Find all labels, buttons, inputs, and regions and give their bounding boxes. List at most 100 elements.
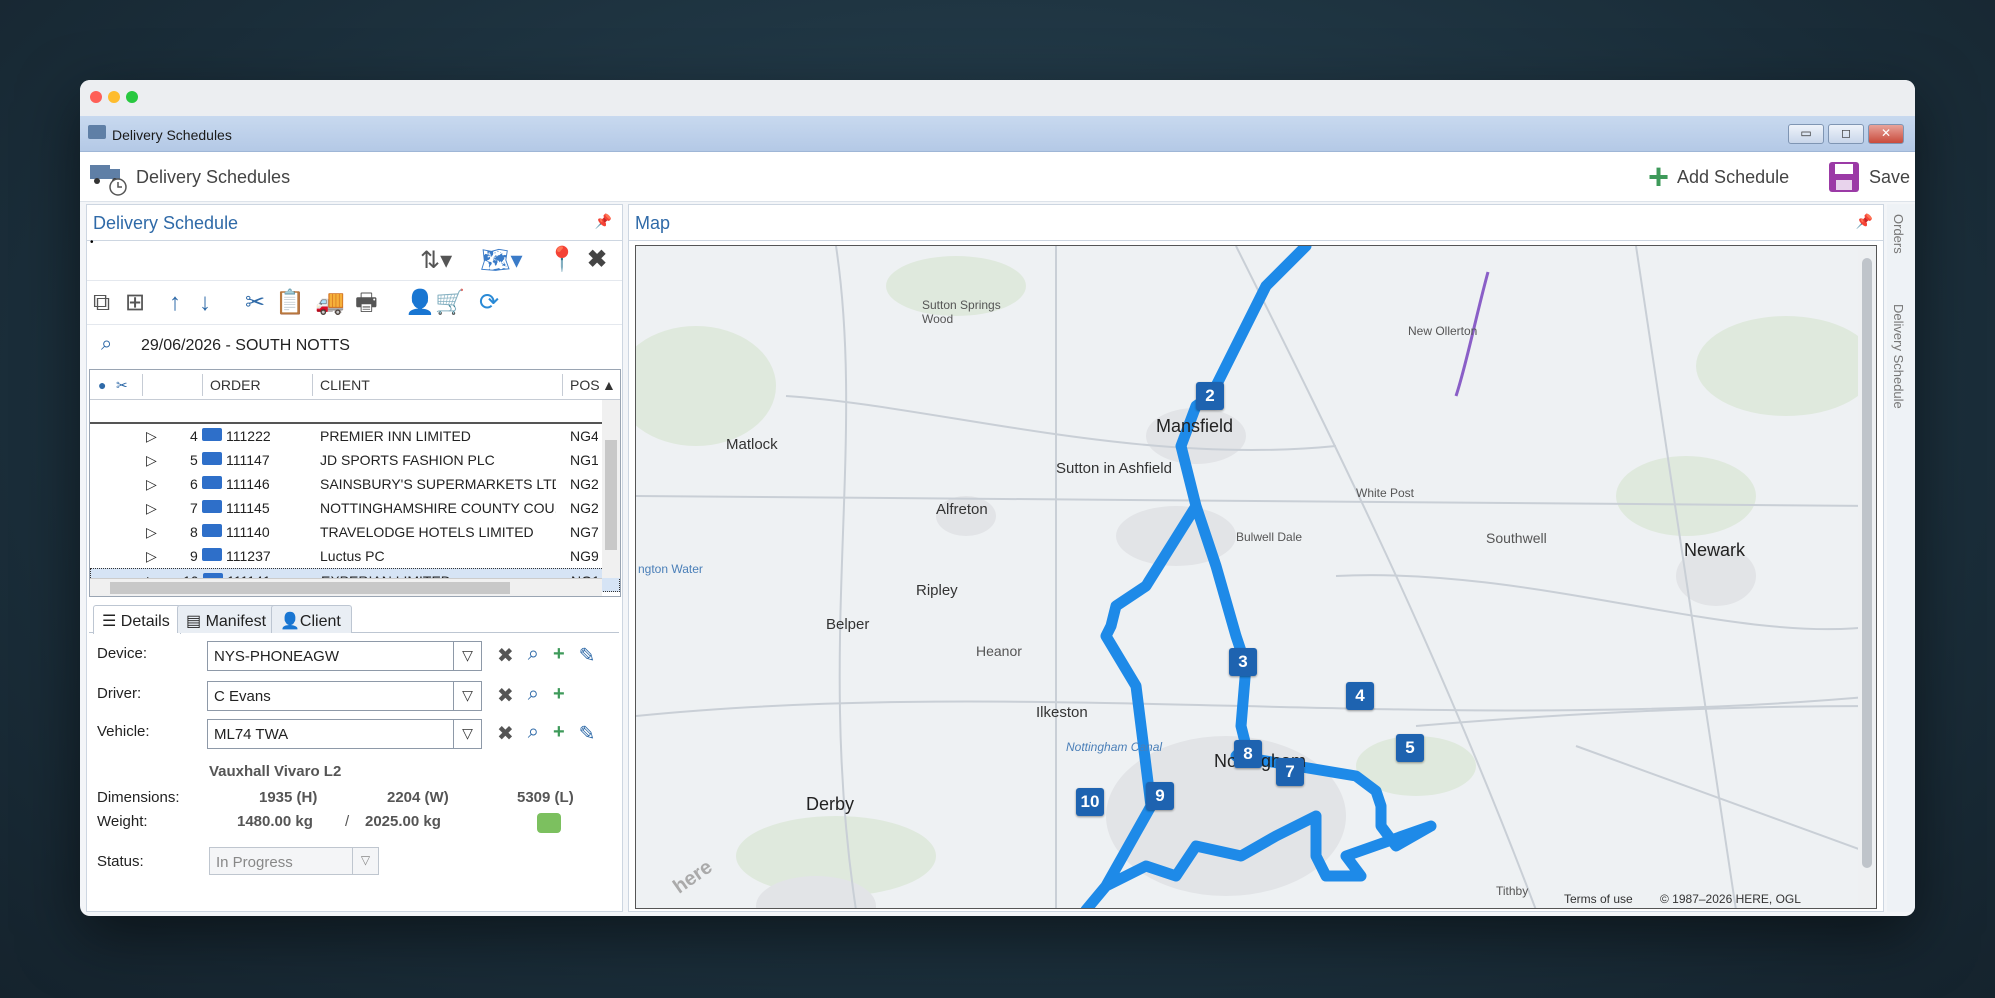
route-stop-marker[interactable]: 2 bbox=[1196, 382, 1224, 410]
chevron-down-icon[interactable]: ▽ bbox=[453, 720, 481, 748]
schedule-search[interactable]: ⌕ 29/06/2026 - SOUTH NOTTS bbox=[87, 325, 622, 367]
route-stop-marker[interactable]: 10 bbox=[1076, 788, 1104, 816]
delivery-schedule-panel: Delivery Schedule 📌 • ⇅▾ 🗺▾ 📍 ✖ ⧉ ⊞ ↑ ↓ … bbox=[86, 204, 623, 912]
sort-icon[interactable]: ⇅▾ bbox=[420, 246, 452, 276]
cut-icon[interactable]: ✂ bbox=[245, 288, 265, 318]
route-stop-marker[interactable]: 4 bbox=[1346, 682, 1374, 710]
clear-icon[interactable]: ✖ bbox=[497, 643, 514, 668]
edit-icon[interactable]: ✎ bbox=[579, 643, 596, 668]
client-icon: 👤 bbox=[280, 613, 300, 630]
search-icon[interactable]: ⌕ bbox=[528, 683, 539, 708]
truck-icon bbox=[202, 500, 222, 513]
table-row[interactable]: ▷ 7 111145 NOTTINGHAMSHIRE COUNTY COU...… bbox=[90, 496, 620, 520]
maximize-button[interactable]: ◻ bbox=[1828, 124, 1864, 144]
table-row[interactable]: ▷ 4 111222 PREMIER INN LIMITED NG4 bbox=[90, 424, 620, 448]
search-icon[interactable]: ⌕ bbox=[528, 721, 539, 746]
row-client: Luctus PC bbox=[320, 548, 385, 564]
search-icon[interactable]: ⌕ bbox=[528, 643, 539, 668]
table-row[interactable]: ▷ 5 111147 JD SPORTS FASHION PLC NG1 bbox=[90, 448, 620, 472]
vehicle-label: Vehicle: bbox=[97, 723, 150, 740]
device-combo[interactable]: NYS-PHONEAGW ▽ bbox=[207, 641, 482, 671]
row-pos: NG2 bbox=[570, 476, 598, 492]
terms-link[interactable]: Terms of use bbox=[1564, 892, 1633, 906]
chevron-down-icon[interactable]: ▽ bbox=[453, 682, 481, 710]
save-button[interactable]: Save bbox=[1827, 162, 1910, 192]
add-icon[interactable]: + bbox=[553, 683, 565, 708]
clear-icon[interactable]: ✖ bbox=[497, 683, 514, 708]
pin-icon[interactable]: 📌 bbox=[1856, 213, 1873, 230]
route-stop-marker[interactable]: 7 bbox=[1276, 758, 1304, 786]
place-label: Tithby bbox=[1496, 884, 1529, 898]
tab-client[interactable]: 👤Client bbox=[271, 605, 352, 633]
status-dot-column-icon[interactable]: ● bbox=[98, 377, 106, 393]
map-view[interactable]: Mansfield Matlock Sutton in Ashfield Alf… bbox=[635, 245, 1877, 909]
row-num: 6 bbox=[190, 476, 198, 492]
collapse-all-icon[interactable]: ⧉ bbox=[93, 288, 110, 318]
add-icon[interactable]: + bbox=[553, 721, 565, 746]
column-client[interactable]: CLIENT bbox=[320, 377, 370, 393]
table-row[interactable]: ▷ 6 111146 SAINSBURY'S SUPERMARKETS LTD … bbox=[90, 472, 620, 496]
delivery-van-icon[interactable]: 🚚 bbox=[315, 288, 345, 318]
table-row[interactable]: ▷ 8 111140 TRAVELODGE HOTELS LIMITED NG7 bbox=[90, 520, 620, 544]
print-icon[interactable]: 🖶 bbox=[355, 288, 378, 318]
horizontal-scrollbar[interactable] bbox=[90, 578, 602, 596]
edit-icon[interactable]: ✎ bbox=[579, 721, 596, 746]
vehicle-actions: ✖ ⌕ + ✎ bbox=[497, 721, 595, 746]
add-schedule-button[interactable]: + Add Schedule bbox=[1648, 159, 1789, 195]
chevron-down-icon[interactable]: ▽ bbox=[352, 848, 378, 874]
side-tab-orders[interactable]: Orders bbox=[1891, 214, 1906, 254]
search-icon[interactable]: ⌕ bbox=[101, 333, 112, 356]
paste-icon[interactable]: 📋 bbox=[275, 288, 305, 318]
close-x-icon[interactable]: ✖ bbox=[587, 245, 607, 275]
scroll-up-icon[interactable]: ▲ bbox=[602, 377, 616, 393]
column-postcode[interactable]: POS bbox=[570, 377, 600, 393]
driver-combo[interactable]: C Evans ▽ bbox=[207, 681, 482, 711]
location-pin-icon[interactable]: 📍 bbox=[547, 245, 577, 275]
truck-icon bbox=[202, 524, 222, 537]
map-scrollbar[interactable] bbox=[1858, 246, 1876, 908]
pin-icon[interactable]: 📌 bbox=[595, 213, 612, 230]
main-toolbar: Delivery Schedules + Add Schedule Save bbox=[80, 152, 1915, 202]
vertical-scrollbar[interactable] bbox=[602, 400, 620, 578]
chevron-down-icon[interactable]: ▽ bbox=[453, 642, 481, 670]
place-label: Mansfield bbox=[1156, 416, 1234, 436]
schedule-search-text: 29/06/2026 - SOUTH NOTTS bbox=[141, 337, 350, 354]
expand-all-icon[interactable]: ⊞ bbox=[125, 288, 145, 318]
add-icon[interactable]: + bbox=[553, 643, 565, 668]
tab-manifest[interactable]: ▤ Manifest bbox=[177, 605, 278, 633]
vehicle-combo[interactable]: ML74 TWA ▽ bbox=[207, 719, 482, 749]
table-row[interactable]: ▷ 9 111237 Luctus PC NG9 bbox=[90, 544, 620, 568]
truck-icon bbox=[202, 476, 222, 489]
tab-details[interactable]: ☰ Details bbox=[93, 605, 181, 634]
row-pos: NG7 bbox=[570, 524, 598, 540]
column-order[interactable]: ORDER bbox=[210, 377, 261, 393]
cart-icon[interactable]: 🛒 bbox=[435, 288, 465, 318]
route-stop-marker[interactable]: 9 bbox=[1146, 782, 1174, 810]
app-title: Delivery Schedules bbox=[136, 167, 291, 187]
route-stop-marker[interactable]: 8 bbox=[1234, 740, 1262, 768]
route-stop-marker[interactable]: 3 bbox=[1229, 648, 1257, 676]
map-route-icon[interactable]: 🗺▾ bbox=[480, 246, 523, 276]
route-stop-marker[interactable]: 5 bbox=[1396, 734, 1424, 762]
place-label: Sutton Springs Wood bbox=[922, 298, 1001, 326]
driver-icon[interactable]: 👤 bbox=[405, 288, 435, 318]
close-dot[interactable] bbox=[90, 91, 102, 103]
status-combo[interactable]: In Progress ▽ bbox=[209, 847, 379, 875]
row-num: 5 bbox=[190, 452, 198, 468]
minimize-dot[interactable] bbox=[108, 91, 120, 103]
move-up-icon[interactable]: ↑ bbox=[169, 288, 181, 318]
close-button[interactable]: ✕ bbox=[1868, 124, 1904, 144]
delivery-truck-icon bbox=[90, 165, 127, 196]
minimize-button[interactable]: ▭ bbox=[1788, 124, 1824, 144]
truck-icon bbox=[202, 452, 222, 465]
zoom-dot[interactable] bbox=[126, 91, 138, 103]
driver-actions: ✖ ⌕ + bbox=[497, 683, 565, 708]
row-client: JD SPORTS FASHION PLC bbox=[320, 452, 495, 468]
side-tab-delivery-schedule[interactable]: Delivery Schedule bbox=[1891, 304, 1906, 409]
refresh-icon[interactable]: ⟳ bbox=[479, 288, 499, 318]
scrollbar-thumb[interactable] bbox=[110, 582, 510, 594]
move-down-icon[interactable]: ↓ bbox=[199, 288, 211, 318]
row-pos: NG2 bbox=[570, 500, 598, 516]
clear-icon[interactable]: ✖ bbox=[497, 721, 514, 746]
scissors-column-icon[interactable]: ✂ bbox=[116, 377, 128, 394]
